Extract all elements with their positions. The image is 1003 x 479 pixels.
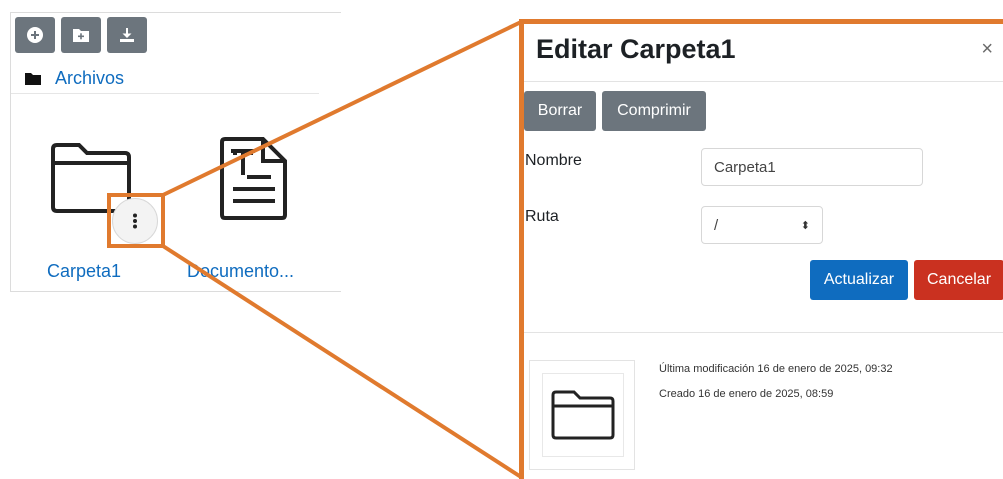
divider: [524, 332, 1003, 333]
add-file-button[interactable]: [15, 17, 55, 53]
name-label: Nombre: [525, 152, 582, 169]
created-text: Creado 16 de enero de 2025, 08:59: [659, 388, 834, 400]
folder-icon: [551, 390, 615, 440]
kebab-menu-icon: [133, 213, 137, 229]
chevron-updown-icon: ⬍: [800, 219, 810, 232]
path-label: Ruta: [525, 208, 559, 225]
breadcrumb-root-link[interactable]: Archivos: [55, 68, 124, 89]
last-modified-text: Última modificación 16 de enero de 2025,…: [659, 363, 893, 375]
new-folder-button[interactable]: [61, 17, 101, 53]
breadcrumb: Archivos: [25, 68, 124, 89]
download-icon: [120, 28, 134, 42]
name-input-value: Carpeta1: [714, 158, 776, 176]
folder-plus-icon: [73, 29, 89, 42]
text-document-icon[interactable]: [219, 135, 289, 221]
delete-button[interactable]: Borrar: [524, 91, 596, 131]
folder-thumbnail-frame: [542, 373, 624, 457]
file-manager-toolbar: [15, 17, 147, 53]
edit-folder-dialog: Editar Carpeta1 × Borrar Comprimir Nombr…: [519, 19, 1003, 479]
name-input[interactable]: Carpeta1: [701, 148, 923, 186]
folder-thumbnail: [529, 360, 635, 470]
folder-item-label[interactable]: Carpeta1: [47, 261, 121, 282]
file-manager-panel: Archivos Carpeta1 Documento...: [10, 12, 341, 292]
path-select-value: /: [714, 216, 719, 234]
cancel-button[interactable]: Cancelar: [914, 260, 1003, 300]
plus-circle-icon: [27, 27, 43, 43]
divider: [524, 81, 1003, 82]
document-item-label[interactable]: Documento...: [187, 261, 294, 282]
path-select[interactable]: / ⬍: [701, 206, 823, 244]
update-button[interactable]: Actualizar: [810, 260, 908, 300]
download-button[interactable]: [107, 17, 147, 53]
divider: [11, 93, 319, 94]
compress-button[interactable]: Comprimir: [602, 91, 706, 131]
folder-options-button[interactable]: [112, 198, 158, 244]
dialog-title: Editar Carpeta1: [536, 34, 736, 64]
folder-icon: [25, 73, 41, 85]
close-button[interactable]: ×: [981, 38, 993, 61]
